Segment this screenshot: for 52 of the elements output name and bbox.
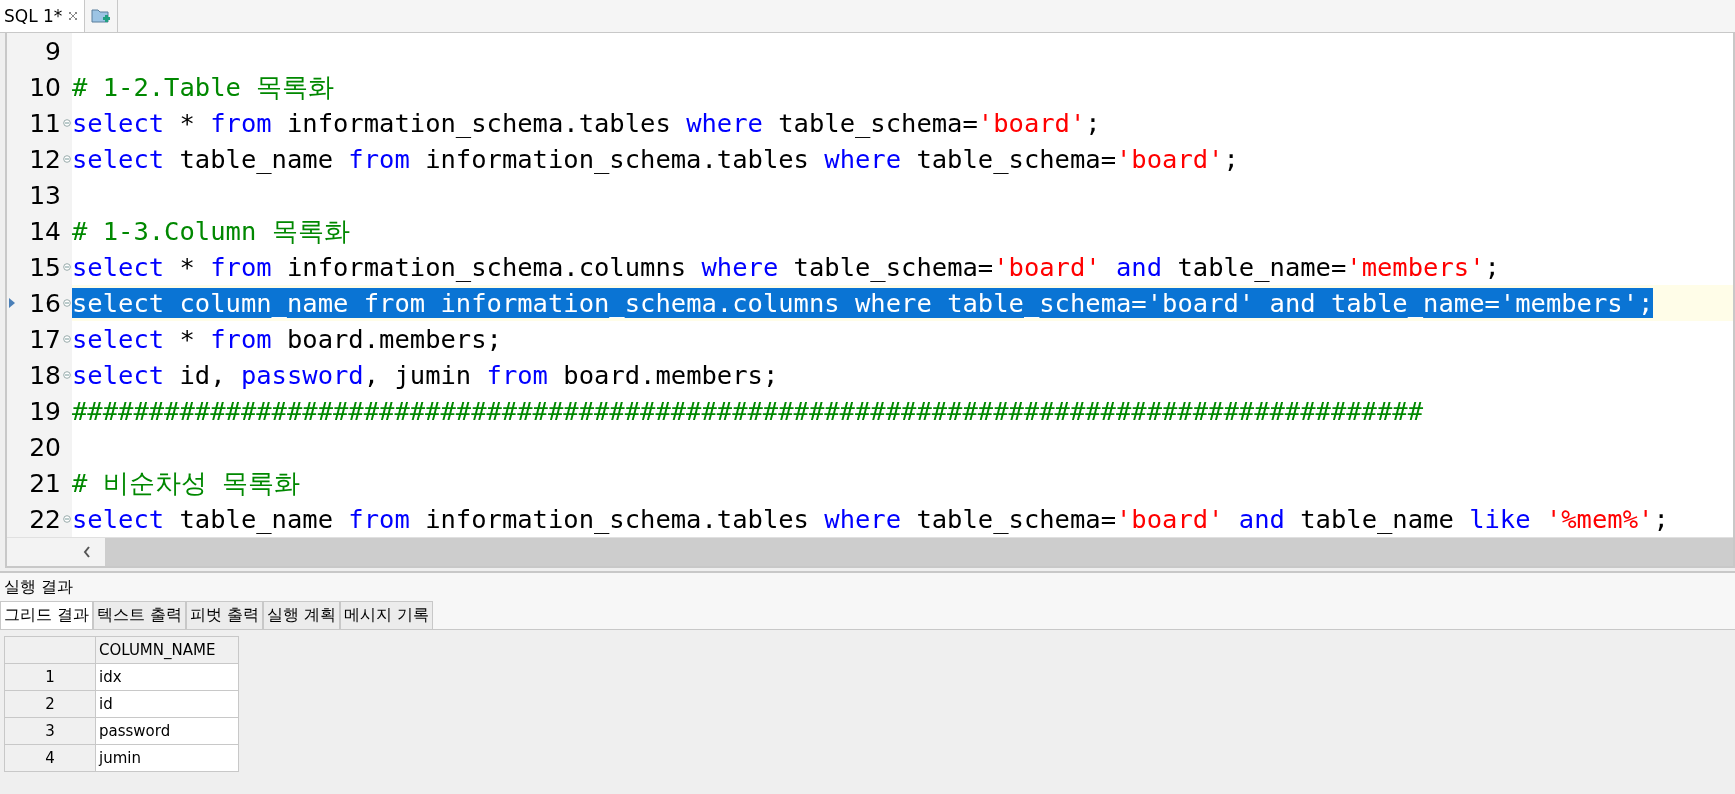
- table-cell: id: [95, 690, 239, 718]
- line-number: 17: [28, 324, 61, 354]
- fold-icon[interactable]: [62, 299, 71, 307]
- fold-icon[interactable]: [62, 335, 71, 343]
- fold-icon[interactable]: [62, 515, 71, 523]
- scroll-left-icon[interactable]: [83, 546, 91, 558]
- line-number: 15: [28, 252, 61, 282]
- row-number: 1: [4, 663, 96, 691]
- result-tab[interactable]: 텍스트 출력: [93, 601, 187, 629]
- line-number: 13: [28, 180, 62, 210]
- horizontal-scrollbar[interactable]: [7, 537, 1733, 566]
- code-line: select id, password, jumin from board.members;: [72, 360, 779, 390]
- result-tab[interactable]: 메시지 기록: [340, 601, 434, 629]
- code-line: # 비순차성 목록화: [72, 466, 301, 500]
- line-number: 14: [28, 216, 62, 246]
- fold-icon[interactable]: [62, 263, 71, 271]
- result-tab[interactable]: 실행 계획: [263, 601, 341, 629]
- line-number: 19: [28, 396, 62, 426]
- line-number: 12: [28, 144, 61, 174]
- result-tab[interactable]: 피벗 출력: [186, 601, 264, 629]
- column-header[interactable]: COLUMN_NAME: [95, 636, 239, 664]
- line-number: 20: [28, 432, 62, 462]
- code-line: # 1-2.Table 목록화: [72, 70, 335, 104]
- fold-icon[interactable]: [62, 155, 71, 163]
- folder-plus-icon: [91, 7, 112, 25]
- line-number: 9: [44, 36, 62, 66]
- editor-tab[interactable]: SQL 1*: [0, 0, 86, 32]
- table-cell: password: [95, 717, 239, 745]
- code-line: select table_name from information_schema.tables where table_schema='board' and table_name like '%mem%';: [72, 504, 1669, 534]
- code-line: select * from information_schema.columns where table_schema='board' and table_name='members';: [72, 252, 1500, 282]
- fold-icon[interactable]: [62, 371, 71, 379]
- line-number: 16: [28, 288, 61, 318]
- row-number: 2: [4, 690, 96, 718]
- table-cell: idx: [95, 663, 239, 691]
- line-number: 22: [28, 504, 61, 534]
- close-icon[interactable]: [68, 11, 79, 21]
- fold-icon[interactable]: [62, 119, 71, 127]
- code-line: # 1-3.Column 목록화: [72, 214, 350, 248]
- panel-title: 실행 결과: [3, 576, 75, 598]
- line-number: 21: [28, 468, 62, 498]
- row-number: 3: [4, 717, 96, 745]
- line-number: 10: [28, 72, 62, 102]
- tab-label: SQL 1*: [4, 6, 63, 26]
- code-line: select * from information_schema.tables where table_schema='board';: [72, 108, 1101, 138]
- code-line: select * from board.members;: [72, 324, 502, 354]
- line-number: 11: [28, 108, 61, 138]
- row-number: 4: [4, 744, 96, 772]
- table-cell: jumin: [95, 744, 239, 772]
- line-number: 18: [28, 360, 61, 390]
- code-line: select table_name from information_schema.tables where table_schema='board';: [72, 144, 1239, 174]
- result-tab[interactable]: 그리드 결과: [0, 601, 94, 629]
- code-line: ########################################################################################: [72, 396, 1423, 426]
